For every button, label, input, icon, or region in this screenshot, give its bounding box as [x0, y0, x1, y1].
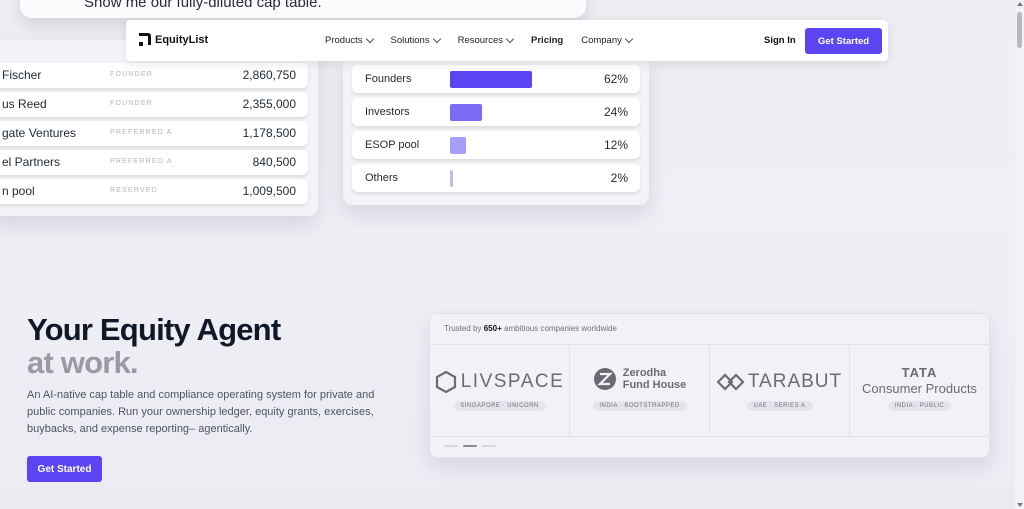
holder-name: gate Ventures	[2, 126, 77, 140]
customer-logo-livspace: LIVSPACE SINGAPORE · UNICORN	[430, 345, 570, 436]
carousel-dot[interactable]	[444, 445, 458, 447]
table-row: gate Ventures PREFERRED A 1,178,500	[0, 121, 308, 146]
chevron-down-icon	[624, 34, 634, 44]
brand-name: EquityList	[155, 34, 209, 46]
tarabut-logo-icon	[716, 373, 745, 391]
share-class: RESERVED	[110, 187, 158, 194]
menu-label: Pricing	[531, 35, 564, 46]
carousel-indicators	[444, 445, 496, 447]
brand-logo[interactable]: EquityList	[138, 32, 208, 48]
customer-badge: SINGAPORE · UNICORN	[453, 401, 546, 411]
trusted-by-heading: Trusted by 650+ ambitious companies worl…	[444, 324, 617, 333]
hero-get-started-button[interactable]: Get Started	[27, 456, 102, 482]
scroll-up-arrow-icon[interactable]	[1017, 2, 1023, 6]
customer-name: TATA	[901, 365, 938, 380]
table-row: Fischer FOUNDER 2,860,750	[0, 63, 308, 88]
share-count: 840,500	[252, 155, 296, 169]
ownership-percent: 12%	[603, 138, 628, 152]
holder-name: n pool	[2, 184, 35, 198]
customer-logo-tata: TATA Consumer Products INDIA · PUBLIC	[850, 345, 989, 436]
menu-company[interactable]: Company	[581, 34, 634, 46]
ownership-label: Investors	[365, 106, 410, 118]
customer-name: TARABUT	[747, 371, 843, 392]
share-count: 1,009,500	[242, 184, 296, 198]
share-count: 2,355,000	[242, 97, 296, 111]
trusted-count: 650+	[483, 324, 502, 333]
livspace-logo-icon	[435, 371, 456, 393]
ownership-bar	[450, 71, 532, 88]
ownership-label: ESOP pool	[365, 139, 420, 151]
chevron-down-icon	[505, 34, 515, 44]
scroll-down-arrow-icon[interactable]	[1017, 503, 1023, 507]
menu-pricing[interactable]: Pricing	[531, 35, 563, 46]
table-row: n pool RESERVED 1,009,500	[0, 179, 308, 204]
ownership-breakdown-card: Founders 62% Investors 24% ESOP pool 12%…	[343, 55, 649, 205]
zerodha-logo-icon	[593, 368, 616, 390]
menu-label: Company	[581, 35, 622, 46]
holder-name: us Reed	[2, 97, 47, 111]
trusted-suffix: ambitious companies worldwide	[504, 324, 617, 333]
customer-badge: INDIA · BOOTSTRAPPED	[592, 401, 687, 411]
ownership-row: Others 2%	[352, 164, 640, 192]
hero-description: An AI-native cap table and compliance op…	[27, 389, 375, 435]
main-menu: Products Solutions Resources Pricing Com…	[325, 34, 650, 46]
ownership-row: Investors 24%	[352, 98, 640, 126]
menu-products[interactable]: Products	[325, 34, 374, 46]
customer-logos: LIVSPACE SINGAPORE · UNICORN Zerodha Fun…	[430, 344, 989, 437]
customer-name-sub: Consumer Products	[862, 381, 977, 396]
holder-name: Fischer	[2, 68, 42, 82]
sign-in-link[interactable]: Sign In	[764, 35, 796, 46]
cap-table-card: Fischer FOUNDER 2,860,750 us Reed FOUNDE…	[0, 40, 318, 216]
ownership-bar	[450, 170, 453, 187]
chevron-down-icon	[365, 34, 374, 44]
share-count: 1,178,500	[242, 126, 296, 140]
share-class: PREFERRED A	[110, 158, 173, 165]
ownership-percent: 2%	[610, 171, 628, 185]
customer-name: Zerodha	[622, 367, 667, 379]
menu-resources[interactable]: Resources	[457, 34, 515, 46]
menu-solutions[interactable]: Solutions	[390, 34, 441, 46]
scrollbar-thumb[interactable]	[1017, 12, 1022, 48]
trusted-prefix: Trusted by	[444, 324, 482, 333]
chat-prompt-text: Show me our fully-diluted cap table.	[84, 0, 322, 11]
ownership-row: ESOP pool 12%	[352, 131, 640, 159]
page-scrollbar[interactable]	[1015, 0, 1024, 509]
share-class: FOUNDER	[110, 100, 154, 107]
ownership-bar	[450, 137, 466, 154]
customer-badge: UAE · SERIES A	[746, 401, 813, 411]
hero-title-accent: at work.	[27, 345, 139, 380]
landing-page: Show me our fully-diluted cap table. Fis…	[0, 0, 1024, 509]
ownership-bar	[450, 104, 482, 121]
chevron-down-icon	[432, 34, 441, 44]
customer-logo-tarabut: TARABUT UAE · SERIES A	[710, 345, 850, 436]
hero-title: Your Equity Agent	[27, 312, 281, 347]
customer-name: LIVSPACE	[460, 371, 565, 392]
table-row: el Partners PREFERRED A 840,500	[0, 150, 308, 175]
ownership-row: Founders 62%	[352, 65, 640, 93]
menu-label: Solutions	[390, 35, 430, 46]
carousel-dot-active[interactable]	[463, 445, 477, 447]
customer-badge: INDIA · PUBLIC	[887, 401, 952, 411]
menu-label: Resources	[457, 35, 504, 46]
customer-logo-zerodha: Zerodha Fund House INDIA · BOOTSTRAPPED	[570, 345, 710, 436]
share-class: FOUNDER	[110, 71, 154, 78]
table-row: us Reed FOUNDER 2,355,000	[0, 92, 308, 117]
ownership-percent: 24%	[603, 105, 628, 119]
share-count: 2,860,750	[242, 68, 296, 82]
top-navbar: EquityList Products Solutions Resources …	[126, 20, 888, 61]
ownership-label: Founders	[365, 73, 412, 85]
ownership-label: Others	[365, 172, 399, 184]
carousel-dot[interactable]	[482, 445, 496, 447]
get-started-button[interactable]: Get Started	[805, 28, 882, 54]
share-class: PREFERRED A	[110, 129, 173, 136]
chat-prompt-card: Show me our fully-diluted cap table.	[20, 0, 586, 18]
trusted-by-panel: Trusted by 650+ ambitious companies worl…	[429, 313, 990, 458]
equitylist-logo-icon	[138, 32, 152, 48]
customer-name-sub: Fund House	[622, 379, 687, 391]
ownership-percent: 62%	[603, 72, 628, 86]
menu-label: Products	[325, 35, 363, 46]
holder-name: el Partners	[2, 155, 61, 169]
